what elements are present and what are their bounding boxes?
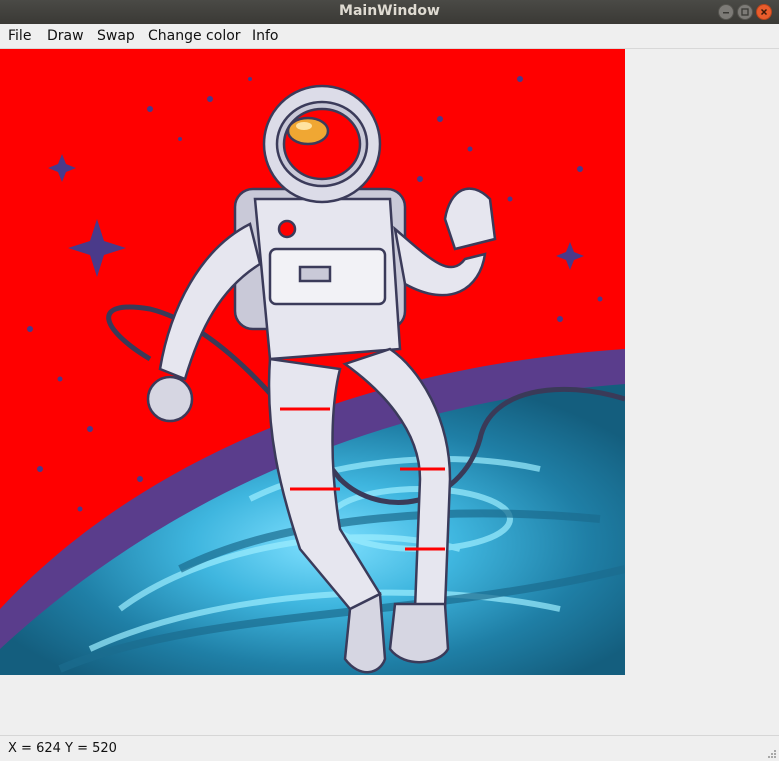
maximize-icon [741,8,749,16]
menu-draw[interactable]: Draw [47,28,84,44]
resize-grip-icon[interactable] [767,749,777,759]
menu-bar: File Draw Swap Change color Info [0,24,779,49]
cursor-coordinates: X = 624 Y = 520 [8,741,117,756]
maximize-button[interactable] [737,4,753,20]
menu-swap[interactable]: Swap [97,28,135,44]
astronaut-image [0,49,625,675]
menu-file[interactable]: File [8,28,31,44]
status-bar: X = 624 Y = 520 [0,735,779,761]
close-icon [760,8,768,16]
image-canvas[interactable] [0,49,625,675]
menu-info[interactable]: Info [252,28,279,44]
title-bar: MainWindow [0,0,779,24]
window-title: MainWindow [339,3,440,19]
menu-change-color[interactable]: Change color [148,28,241,44]
minimize-button[interactable] [718,4,734,20]
minimize-icon [723,12,729,14]
close-button[interactable] [756,4,772,20]
